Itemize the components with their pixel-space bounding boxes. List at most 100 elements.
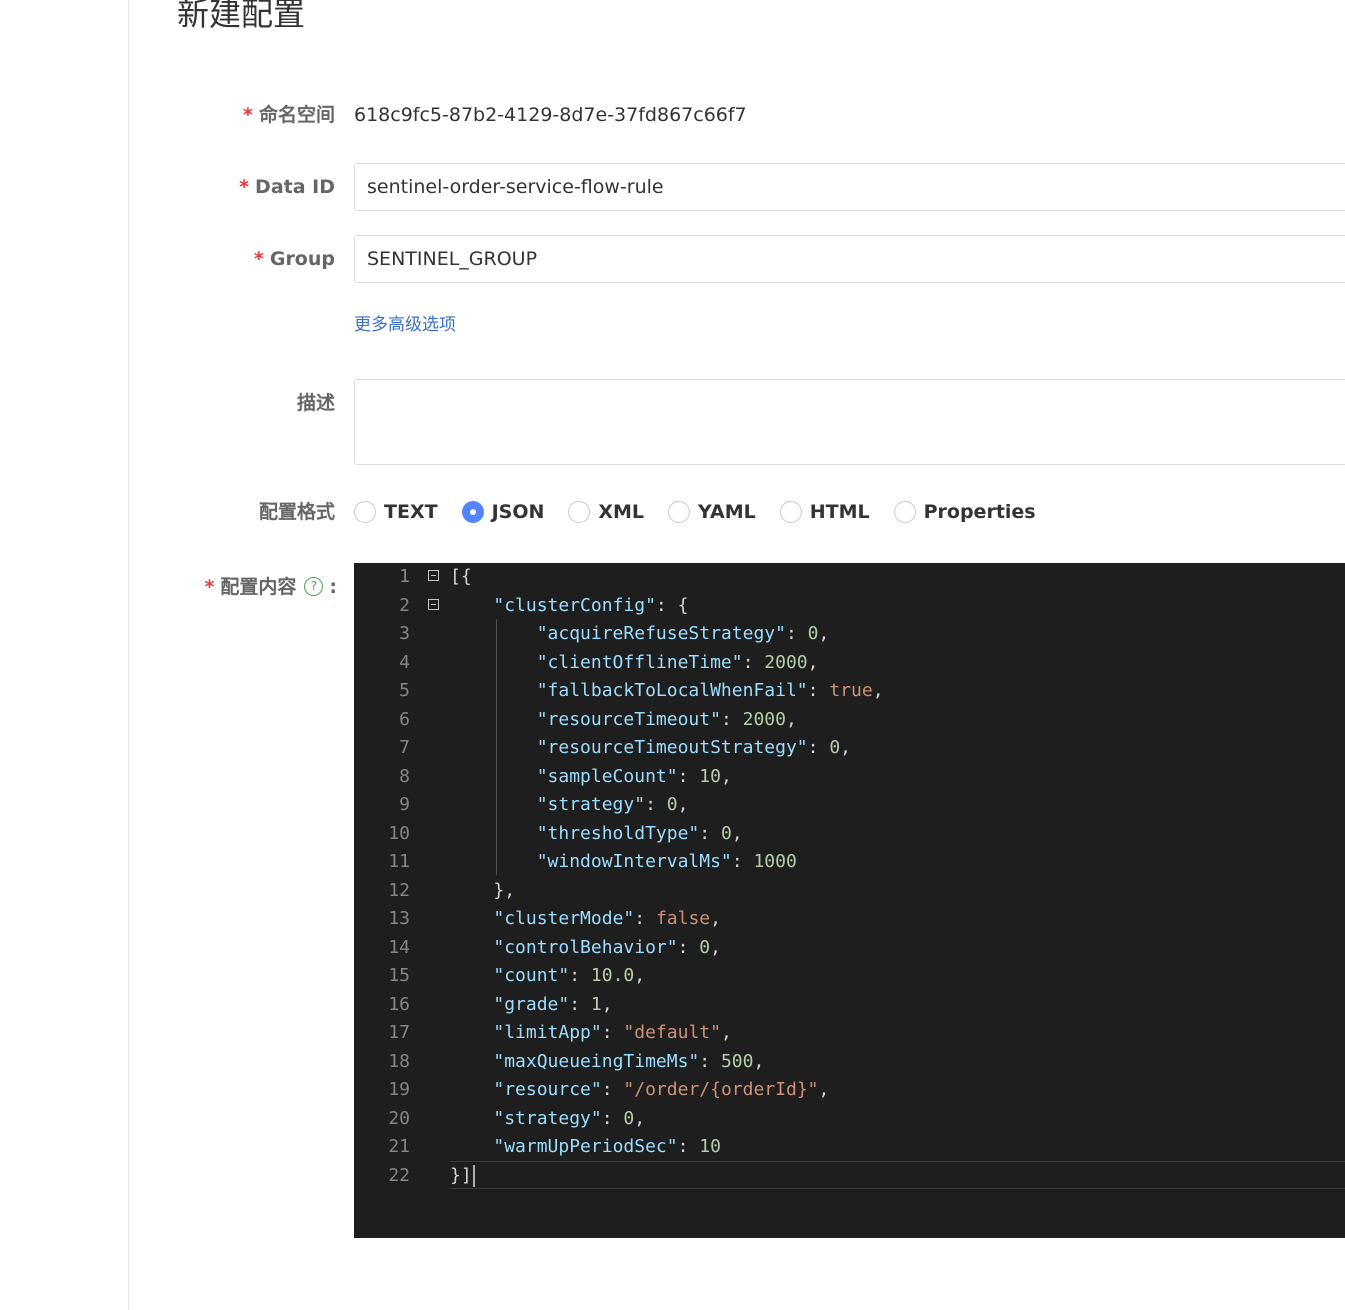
namespace-value: 618c9fc5-87b2-4129-8d7e-37fd867c66f7 <box>354 104 747 126</box>
required-mark: * <box>253 248 264 270</box>
code-line[interactable]: 11 "windowIntervalMs": 1000 <box>354 848 1345 876</box>
line-number: 17 <box>388 1022 410 1043</box>
code-text: "thresholdType": 0, <box>536 822 743 844</box>
code-line[interactable]: 10 "thresholdType": 0, <box>354 820 1345 848</box>
code-text: [{ <box>450 566 472 587</box>
code-text: "warmUpPeriodSec": 10 <box>493 1136 721 1157</box>
code-text: "strategy": 0, <box>536 794 689 815</box>
code-line[interactable]: 19 "resource": "/order/{orderId}", <box>354 1076 1345 1104</box>
code-text: "clusterConfig": { <box>493 594 689 616</box>
radio-circle[interactable] <box>779 501 802 523</box>
description-textarea[interactable] <box>354 379 1345 465</box>
code-text: "sampleCount": 10, <box>536 765 732 787</box>
line-number: 15 <box>388 965 410 986</box>
line-number: 8 <box>399 765 410 787</box>
format-option-yaml[interactable]: YAML <box>668 501 756 523</box>
code-text: "windowIntervalMs": 1000 <box>536 851 797 872</box>
group-input[interactable] <box>354 235 1345 283</box>
line-number: 9 <box>399 794 410 815</box>
required-mark: * <box>204 576 215 598</box>
code-text: }, <box>493 879 516 901</box>
page-title: 新建配置 <box>177 0 306 33</box>
code-line[interactable]: 8 "sampleCount": 10, <box>354 763 1345 791</box>
line-number: 1 <box>399 566 410 587</box>
format-option-json[interactable]: JSON <box>461 501 544 523</box>
format-radio-group: TEXT JSON XML YAML HTML Properties <box>354 499 1036 525</box>
code-line[interactable]: 12 }, <box>354 877 1345 905</box>
required-mark: * <box>239 176 250 198</box>
radio-circle[interactable] <box>893 501 916 523</box>
code-text: "resourceTimeout": 2000, <box>536 708 797 730</box>
radio-circle[interactable] <box>354 501 376 523</box>
line-number: 2 <box>399 594 410 616</box>
left-nav-panel <box>0 0 129 1310</box>
code-text: "grade": 1, <box>493 993 613 1015</box>
format-option-html[interactable]: HTML <box>779 501 870 523</box>
fold-toggle-icon[interactable] <box>428 570 439 581</box>
format-label: 配置格式 <box>258 501 335 523</box>
text-cursor <box>472 1164 475 1187</box>
group-label: * Group <box>253 248 335 270</box>
question-circle-icon[interactable]: ? <box>304 576 324 596</box>
radio-circle[interactable] <box>568 501 591 523</box>
required-mark: * <box>243 104 253 126</box>
line-number: 19 <box>388 1079 410 1100</box>
code-line[interactable]: 7 "resourceTimeoutStrategy": 0, <box>354 734 1345 762</box>
line-number: 7 <box>399 737 410 758</box>
format-option-text[interactable]: TEXT <box>354 501 438 523</box>
code-text: "resourceTimeoutStrategy": 0, <box>536 737 852 758</box>
code-text: "fallbackToLocalWhenFail": true, <box>536 680 884 701</box>
line-number: 12 <box>388 879 410 901</box>
line-number: 16 <box>388 993 410 1015</box>
line-number: 18 <box>388 1050 410 1072</box>
code-line[interactable]: 5 "fallbackToLocalWhenFail": true, <box>354 677 1345 705</box>
code-text: "clusterMode": false, <box>493 908 721 929</box>
code-line[interactable]: 21 "warmUpPeriodSec": 10 <box>354 1133 1345 1161</box>
code-line[interactable]: 4 "clientOfflineTime": 2000, <box>354 649 1345 677</box>
code-line[interactable]: 13 "clusterMode": false, <box>354 905 1345 933</box>
radio-circle[interactable] <box>668 501 691 523</box>
code-line[interactable]: 1 [{ <box>354 563 1345 591</box>
code-text: "resource": "/order/{orderId}", <box>493 1079 830 1100</box>
line-number: 13 <box>388 908 410 929</box>
format-option-xml[interactable]: XML <box>568 501 644 523</box>
code-text: "strategy": 0, <box>493 1107 646 1129</box>
code-line[interactable]: 3 "acquireRefuseStrategy": 0, <box>354 620 1345 648</box>
line-number: 3 <box>399 623 410 644</box>
code-line[interactable]: 15 "count": 10.0, <box>354 962 1345 990</box>
data-id-label: * Data ID <box>239 176 335 198</box>
line-number: 21 <box>388 1136 410 1157</box>
code-line[interactable]: 6 "resourceTimeout": 2000, <box>354 706 1345 734</box>
content-label: * 配置内容?: <box>204 576 337 598</box>
line-number: 22 <box>388 1164 410 1186</box>
line-number: 20 <box>388 1107 410 1129</box>
code-line[interactable]: 17 "limitApp": "default", <box>354 1019 1345 1047</box>
code-text: "maxQueueingTimeMs": 500, <box>493 1050 765 1072</box>
code-line[interactable]: 18 "maxQueueingTimeMs": 500, <box>354 1048 1345 1076</box>
format-option-properties[interactable]: Properties <box>893 501 1036 523</box>
line-number: 5 <box>399 680 410 701</box>
line-number: 6 <box>399 708 410 730</box>
code-text: "count": 10.0, <box>493 965 646 986</box>
line-number: 11 <box>388 851 410 872</box>
data-id-input[interactable] <box>354 163 1345 211</box>
code-text: "clientOfflineTime": 2000, <box>536 651 819 673</box>
advanced-options-link[interactable]: 更多高级选项 <box>354 310 456 335</box>
code-text: "limitApp": "default", <box>493 1022 732 1043</box>
radio-circle-checked[interactable] <box>461 501 484 523</box>
namespace-label: * 命名空间 <box>243 104 335 126</box>
code-line[interactable]: 14 "controlBehavior": 0, <box>354 934 1345 962</box>
code-line[interactable]: 22}] <box>354 1162 1345 1190</box>
code-line[interactable]: 9 "strategy": 0, <box>354 791 1345 819</box>
code-line[interactable]: 2 "clusterConfig": { <box>354 592 1345 620</box>
fold-toggle-icon[interactable] <box>428 598 439 610</box>
line-number: 10 <box>388 822 410 844</box>
code-editor[interactable]: 1[{2 "clusterConfig": {3 "acquireRefuseS… <box>354 563 1345 1238</box>
line-number: 14 <box>388 936 410 958</box>
description-label: 描述 <box>296 392 335 414</box>
code-text: "acquireRefuseStrategy": 0, <box>536 623 830 644</box>
code-line[interactable]: 16 "grade": 1, <box>354 991 1345 1019</box>
code-text: "controlBehavior": 0, <box>493 936 721 958</box>
line-number: 4 <box>399 651 410 673</box>
code-line[interactable]: 20 "strategy": 0, <box>354 1105 1345 1133</box>
